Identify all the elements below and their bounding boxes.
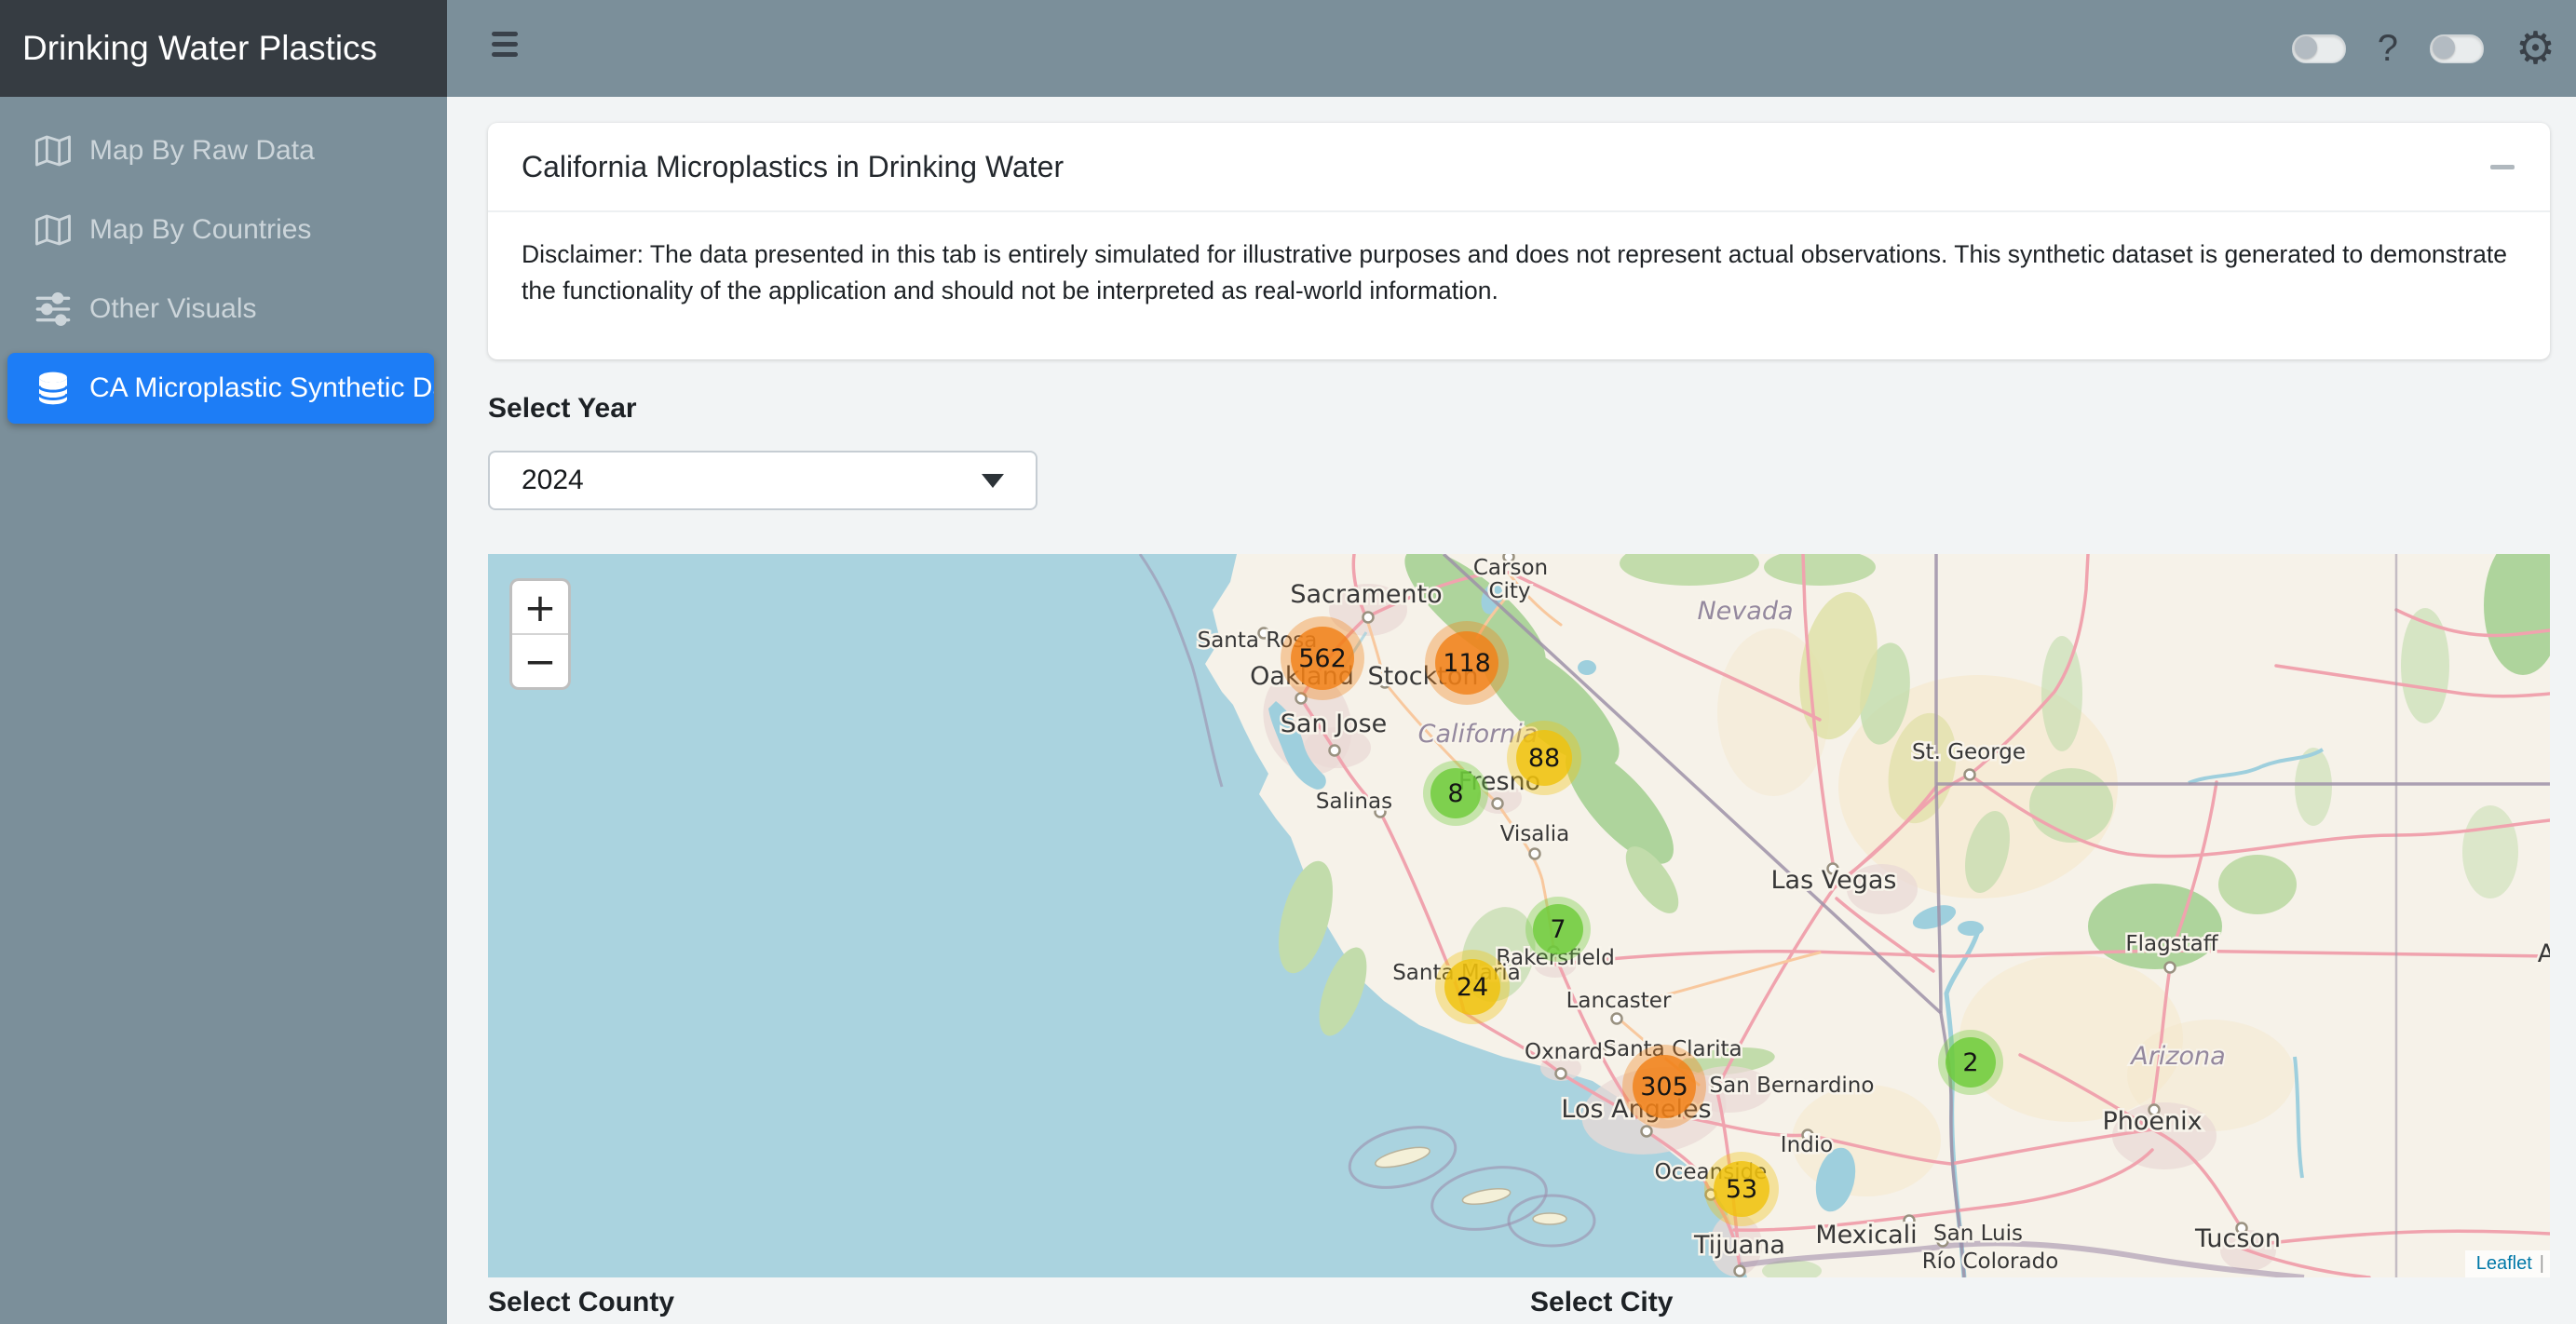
cluster-count: 24 [1457,973,1488,1002]
map-cluster-7[interactable]: 7 [1525,897,1591,962]
zoom-in-button[interactable]: + [512,581,568,633]
map-city-label: Phoenix [2102,1107,2202,1136]
map-city-label: Río Colorado [1922,1250,2059,1274]
map-cluster-24[interactable]: 24 [1435,950,1510,1024]
sidebar-item-map-by-countries[interactable]: Map By Countries [7,195,436,265]
map-cluster-88[interactable]: 88 [1507,721,1581,795]
map-zoom-control: + − [509,578,571,690]
attribution-separator: | [2540,1253,2544,1274]
minus-icon[interactable] [2488,153,2516,181]
sidebar-item-label: Other Visuals [89,293,257,325]
year-select[interactable]: 2024 [488,451,1037,510]
map-city-label: A [2538,939,2550,968]
card-header: California Microplastics in Drinking Wat… [488,123,2550,212]
map-city-label: Tijuana [1693,1231,1785,1260]
map-icon [32,211,89,249]
cluster-count: 88 [1528,744,1560,773]
top-navbar: ? ⚙ [447,0,2576,97]
main-content: California Microplastics in Drinking Wat… [447,97,2576,1324]
help-icon[interactable]: ? [2378,28,2398,70]
map-city-dot [1493,799,1503,809]
map-city-dot [1330,746,1340,756]
map-canvas: NevadaCaliforniaArizonaSacramentoCarsonC… [488,554,2550,1277]
map-city-label: Mexicali [1815,1221,1917,1250]
map-city-label: Las Vegas [1771,866,1897,895]
map-city-label: Oxnard [1525,1040,1603,1064]
cluster-count: 53 [1726,1175,1757,1204]
leaflet-link[interactable]: Leaflet [2476,1253,2532,1274]
left-toggle[interactable] [2292,34,2346,63]
map-city-label: Salinas [1316,790,1392,814]
map-cluster-562[interactable]: 562 [1281,616,1364,700]
gear-icon[interactable]: ⚙ [2515,26,2556,71]
chevron-down-icon [982,474,1004,488]
database-icon [32,370,89,407]
map-attribution: Leaflet | [2465,1250,2550,1277]
sidebar: Drinking Water Plastics Map By Raw Data … [0,0,447,1324]
map-icon [32,132,89,169]
map-cluster-118[interactable]: 118 [1425,621,1509,705]
select-county-label: Select County [488,1287,674,1318]
map-city-label: San Bernardino [1710,1074,1875,1098]
sidebar-item-other-visuals[interactable]: Other Visuals [7,274,436,345]
map-city-dot [1363,613,1374,623]
sidebar-item-ca-microplastic[interactable]: CA Microplastic Synthetic Data [7,353,434,424]
right-toggle[interactable] [2430,34,2484,63]
map-city-label: San Luis [1933,1222,2023,1246]
app-title: Drinking Water Plastics [0,0,447,97]
select-year-label: Select Year [488,393,637,425]
map-region-label: Nevada [1697,597,1793,626]
year-select-value: 2024 [522,465,584,496]
cluster-count: 8 [1447,779,1463,808]
cluster-count: 562 [1298,644,1347,673]
hamburger-icon[interactable] [492,32,518,62]
map-cluster-8[interactable]: 8 [1423,761,1488,826]
map-cluster-305[interactable]: 305 [1622,1045,1706,1128]
map-city-dot [1965,770,1975,780]
card-title: California Microplastics in Drinking Wat… [522,150,2488,184]
map-city-dot [2165,963,2176,973]
cluster-count: 305 [1640,1073,1688,1101]
map-city-label: Flagstaff [2125,932,2218,956]
map-city-label: St. George [1912,740,2026,764]
sliders-icon [32,290,89,328]
map-cluster-53[interactable]: 53 [1704,1152,1779,1226]
map-city-dot [1642,1127,1652,1137]
disclaimer-text: Disclaimer: The data presented in this t… [488,212,2550,309]
map-city-label: City [1488,579,1530,603]
map-city-dot [1556,1069,1566,1079]
map-city-dot [1530,849,1540,859]
sidebar-item-map-by-raw-data[interactable]: Map By Raw Data [7,115,436,186]
map-city-label: Visalia [1500,822,1570,846]
map-city-label: San Jose [1281,709,1388,738]
map-city-dot [1735,1266,1745,1277]
map-city-label: Indio [1781,1133,1833,1157]
cluster-count: 2 [1962,1048,1978,1077]
info-card: California Microplastics in Drinking Wat… [488,123,2550,359]
map-city-label: Carson [1473,556,1548,580]
cluster-count: 118 [1443,649,1491,678]
leaflet-map[interactable]: NevadaCaliforniaArizonaSacramentoCarsonC… [488,554,2550,1277]
zoom-out-button[interactable]: − [512,635,568,687]
select-city-label: Select City [1530,1287,1673,1318]
sidebar-item-label: CA Microplastic Synthetic Data [89,372,434,404]
sidebar-item-label: Map By Countries [89,214,311,246]
map-city-label: Sacramento [1290,580,1442,609]
cluster-count: 7 [1550,915,1566,944]
map-city-label: Lancaster [1566,989,1672,1013]
sidebar-item-label: Map By Raw Data [89,135,315,167]
map-city-dot [1612,1014,1622,1024]
map-city-label: Tucson [2194,1224,2281,1253]
map-cluster-2[interactable]: 2 [1938,1030,2003,1095]
map-region-label: Arizona [2129,1042,2225,1071]
sidebar-menu: Map By Raw Data Map By Countries Oth [0,97,447,424]
